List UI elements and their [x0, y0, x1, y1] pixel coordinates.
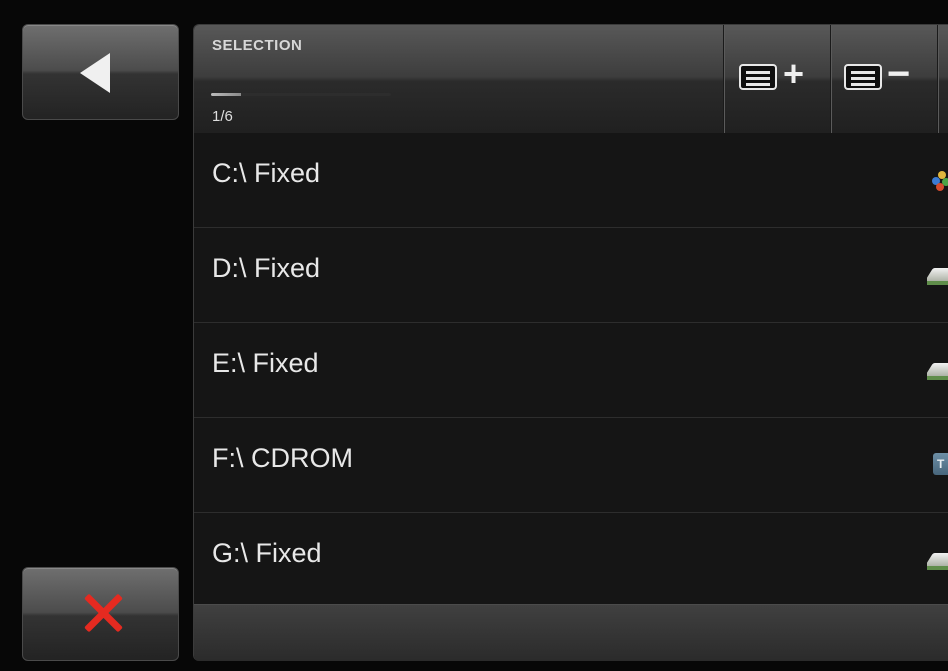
minus-icon: −: [887, 52, 911, 96]
drive-label: D:\ Fixed: [212, 253, 321, 283]
remove-from-selection-button[interactable]: −: [831, 25, 937, 133]
header-divider: [937, 25, 939, 133]
selection-progress-bar: [211, 93, 391, 96]
selection-header: SELECTION 1/6 + −: [194, 25, 948, 133]
list-minus-icon: [844, 64, 882, 90]
list-plus-icon: [739, 64, 777, 90]
drive-row-g[interactable]: G:\ Fixed: [194, 513, 948, 608]
drive-row-e[interactable]: E:\ Fixed: [194, 323, 948, 418]
drive-label: F:\ CDROM: [212, 443, 353, 473]
add-to-selection-button[interactable]: +: [724, 25, 830, 133]
selection-footer-bar: [194, 604, 948, 661]
drive-list: C:\ Fixed D:\ Fixed E:\ Fixed F:\ CDROM …: [194, 133, 948, 608]
hard-drive-icon: [927, 261, 948, 289]
hard-drive-icon: [927, 546, 948, 574]
drive-label: C:\ Fixed: [212, 158, 321, 188]
selection-label: SELECTION: [212, 37, 303, 54]
cd-rom-icon: T: [927, 451, 948, 479]
page-counter: 1/6: [212, 108, 233, 125]
close-icon: [83, 593, 123, 633]
drive-row-d[interactable]: D:\ Fixed: [194, 228, 948, 323]
cd-rom-badge: T: [933, 453, 948, 475]
drive-row-c[interactable]: C:\ Fixed: [194, 133, 948, 228]
back-arrow-icon: [80, 53, 110, 93]
network-drive-icon: [927, 166, 948, 194]
hard-drive-icon: [927, 356, 948, 384]
drive-label: E:\ Fixed: [212, 348, 319, 378]
plus-icon: +: [783, 53, 805, 94]
drive-list-panel: SELECTION 1/6 + − C:\ Fixed D:\ Fixed E:…: [193, 24, 948, 661]
drive-row-f[interactable]: F:\ CDROM T: [194, 418, 948, 513]
selection-progress-fill: [211, 93, 241, 96]
drive-selection-screen: SELECTION 1/6 + − C:\ Fixed D:\ Fixed E:…: [0, 0, 948, 671]
cancel-button[interactable]: [22, 567, 179, 661]
drive-label: G:\ Fixed: [212, 538, 322, 568]
back-button[interactable]: [22, 24, 179, 120]
